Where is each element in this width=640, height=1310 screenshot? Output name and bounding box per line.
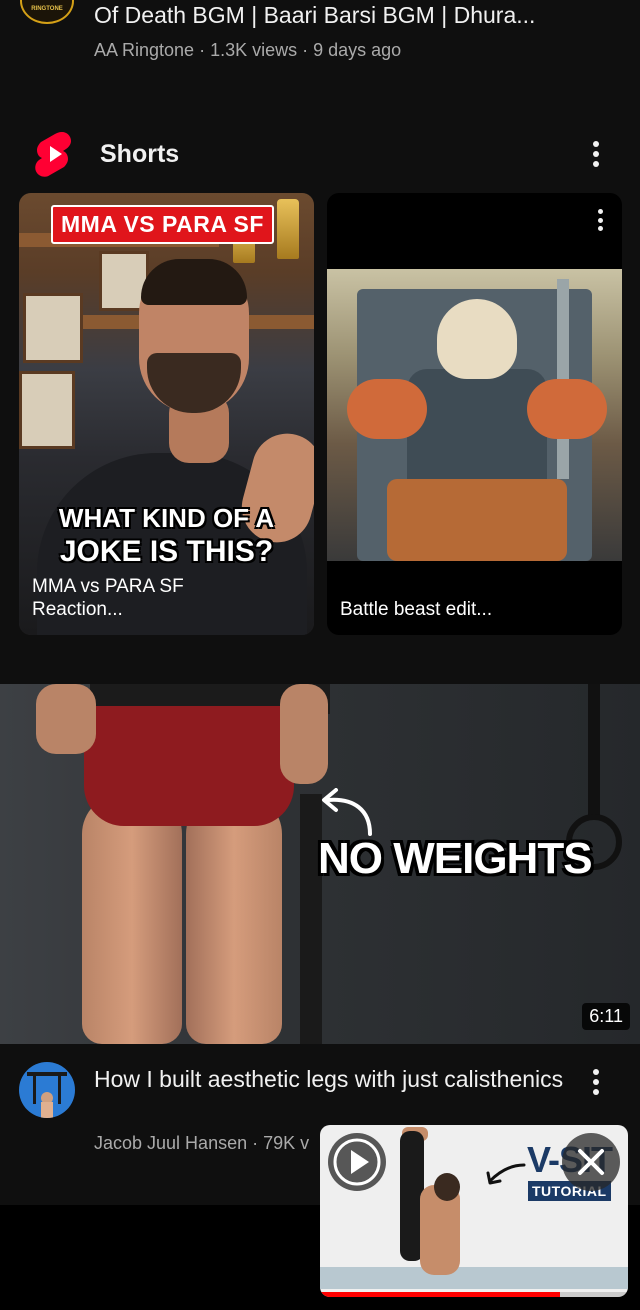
channel-avatar[interactable]: RINGTONE <box>20 0 74 24</box>
previous-video-row[interactable]: RINGTONE Of Death BGM | Baari Barsi BGM … <box>0 0 640 80</box>
short-card[interactable]: Battle beast edit... <box>327 193 622 635</box>
shorts <box>84 706 294 826</box>
short-caption: MMA vs PARA SF Reaction... <box>32 575 184 621</box>
art-legs <box>387 479 567 561</box>
channel-avatar[interactable] <box>19 1062 75 1118</box>
more-options-icon[interactable] <box>586 136 606 172</box>
close-icon[interactable] <box>562 1133 620 1191</box>
gym-strap <box>588 684 600 816</box>
mini-player-progress[interactable] <box>320 1292 628 1297</box>
short-thumbnail <box>327 269 622 561</box>
trophy <box>277 199 299 259</box>
thumbnail-overlay-text: JOKE IS THIS? <box>59 535 274 568</box>
short-caption-line: MMA vs PARA SF <box>32 575 184 597</box>
mini-player-progress-fill <box>320 1292 561 1297</box>
thumbnail-overlay-text: WHAT KIND OF A <box>58 503 275 533</box>
arrow-icon <box>486 1163 526 1185</box>
short-caption-line: Battle beast edit... <box>340 598 493 620</box>
curved-arrow-icon <box>322 788 372 836</box>
thumbnail-banner: MMA VS PARA SF <box>51 205 274 244</box>
arm <box>280 684 328 784</box>
person-hair <box>141 259 247 305</box>
more-options-icon[interactable] <box>586 1064 606 1100</box>
video-meta: Jacob Juul Hansen · 79K v <box>94 1133 310 1153</box>
shorts-logo-icon <box>35 132 71 177</box>
shorts-shelf-header: Shorts <box>0 126 640 182</box>
art-beast-head <box>437 299 517 379</box>
art-arm <box>527 379 607 439</box>
avatar-image <box>27 1072 67 1118</box>
more-options-icon[interactable] <box>590 207 610 233</box>
duration-badge: 6:11 <box>582 1003 630 1030</box>
art-arm <box>347 379 427 439</box>
short-caption: Battle beast edit... <box>340 598 492 621</box>
thumbnail-overlay-text: NO WEIGHTS <box>318 834 593 883</box>
arm <box>36 684 96 754</box>
video-title[interactable]: How I built aesthetic legs with just cal… <box>94 1064 564 1094</box>
certificate-frame <box>23 293 83 363</box>
head <box>434 1173 460 1201</box>
leg <box>82 794 182 1044</box>
video-meta: AA Ringtone · 1.3K views · 9 days ago <box>94 40 402 60</box>
leg <box>186 794 282 1044</box>
photo-frame <box>19 371 75 449</box>
short-card[interactable]: MMA VS PARA SF WHAT KIND OF A JOKE IS TH… <box>19 193 314 635</box>
play-icon[interactable] <box>328 1133 386 1191</box>
shorts-label: Shorts <box>100 140 180 168</box>
mat <box>320 1267 628 1289</box>
video-title[interactable]: Of Death BGM | Baari Barsi BGM | Dhura..… <box>94 2 535 29</box>
mini-player[interactable]: V-SIT TUTORIAL <box>320 1125 628 1297</box>
short-caption-line: Reaction... <box>32 598 123 620</box>
video-thumbnail[interactable]: NO WEIGHTS 6:11 <box>0 684 640 1044</box>
channel-avatar-badge: RINGTONE <box>31 6 63 12</box>
